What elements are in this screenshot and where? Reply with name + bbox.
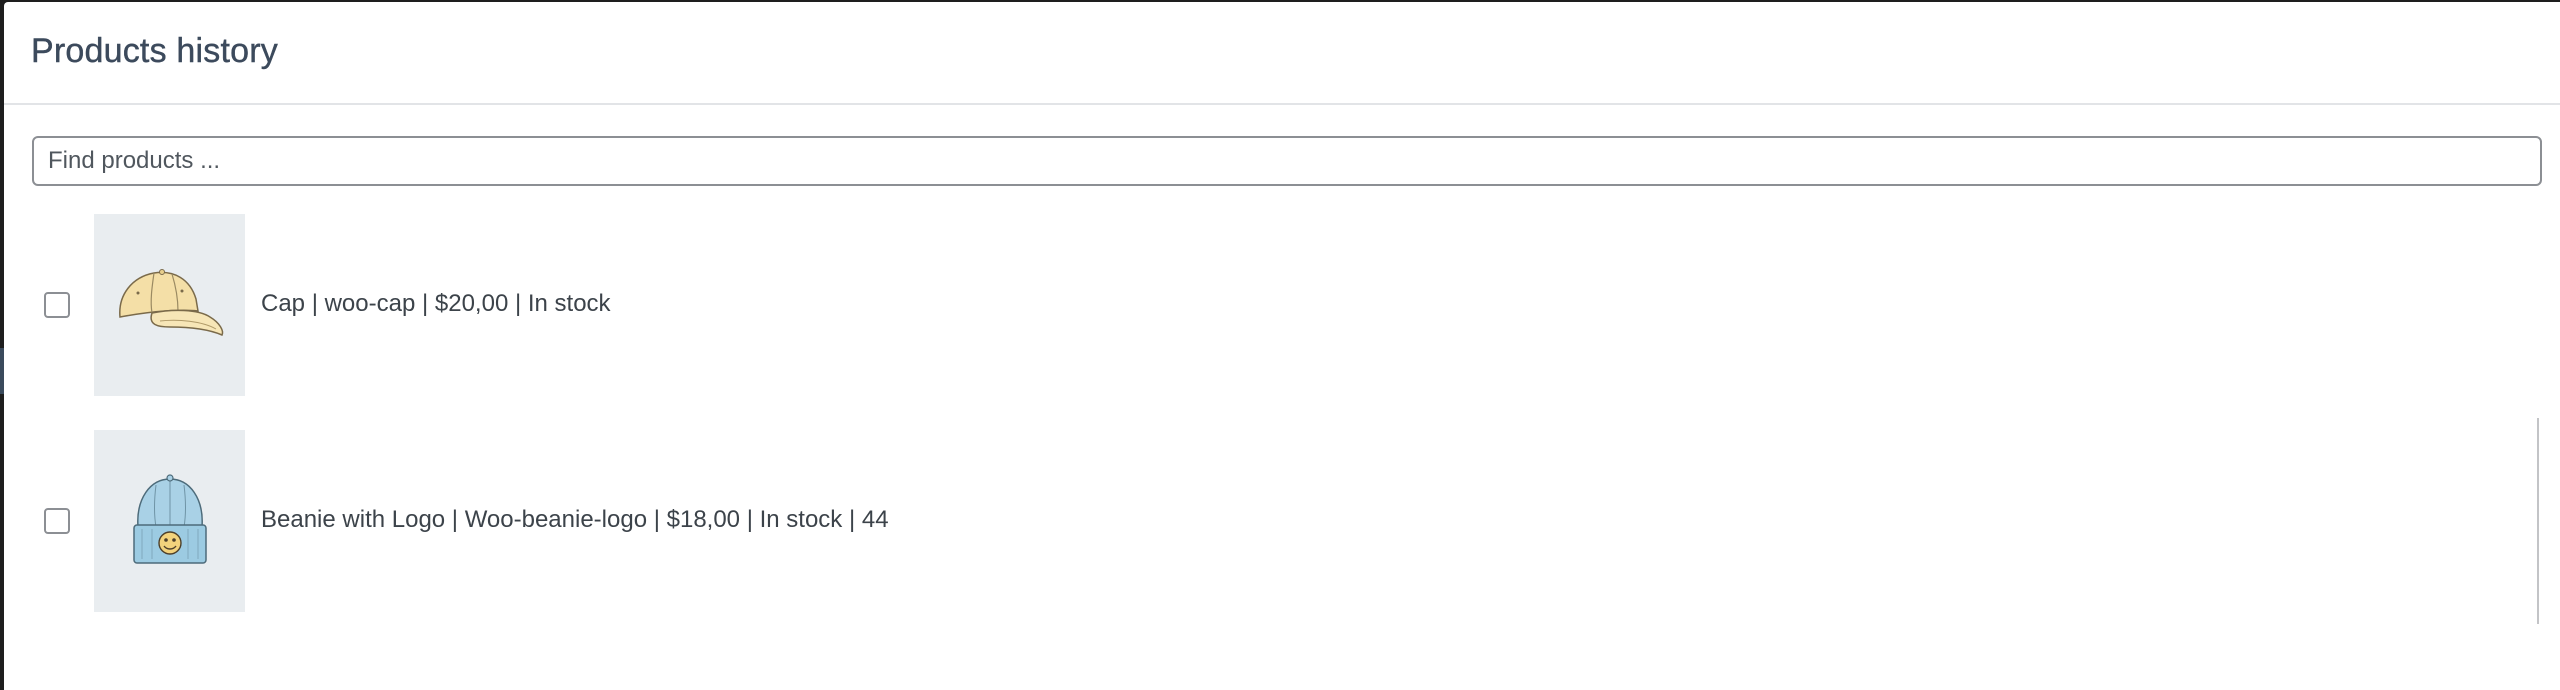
product-checkbox[interactable] xyxy=(44,292,70,318)
product-label[interactable]: Cap | woo-cap | $20,00 | In stock xyxy=(261,290,611,318)
product-thumbnail xyxy=(94,430,245,612)
scrollbar[interactable] xyxy=(2537,418,2539,624)
products-history-modal: Products history Cap | woo-cap | $20,00 … xyxy=(4,2,2560,690)
modal-header: Products history xyxy=(4,2,2560,105)
search-wrapper xyxy=(32,136,2542,186)
modal-title: Products history xyxy=(31,32,278,70)
product-label[interactable]: Beanie with Logo | Woo-beanie-logo | $18… xyxy=(261,506,889,534)
product-row: Cap | woo-cap | $20,00 | In stock xyxy=(4,214,2560,396)
product-row: Beanie with Logo | Woo-beanie-logo | $18… xyxy=(4,430,2560,612)
find-products-input[interactable] xyxy=(32,136,2542,186)
beanie-icon xyxy=(132,474,207,564)
product-checkbox[interactable] xyxy=(44,508,70,534)
product-thumbnail xyxy=(94,214,245,396)
cap-icon xyxy=(118,269,223,336)
